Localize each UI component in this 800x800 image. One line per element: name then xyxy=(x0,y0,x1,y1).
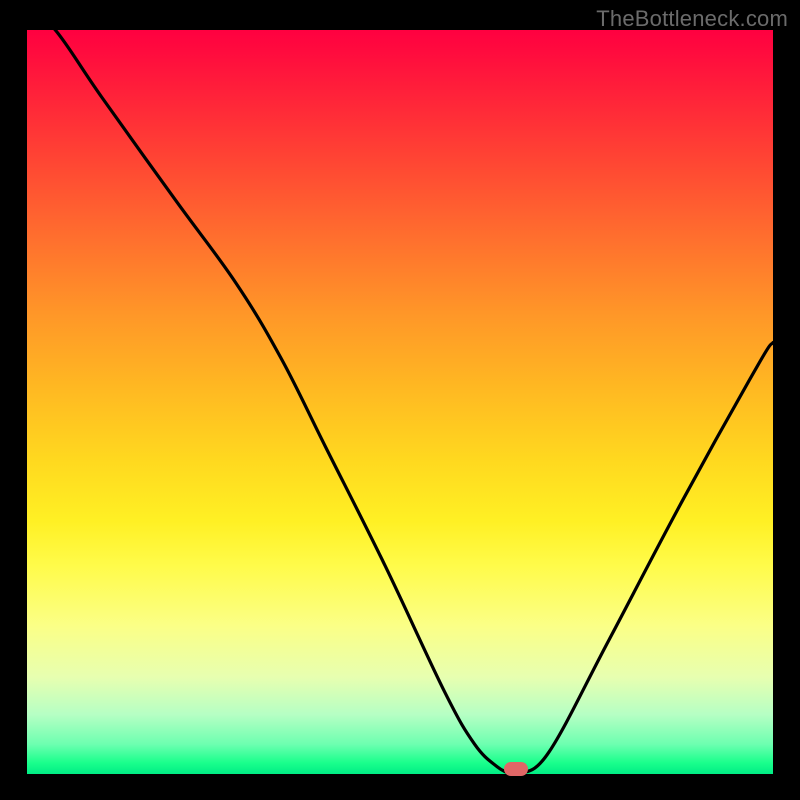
optimal-marker xyxy=(504,762,528,776)
chart-frame: TheBottleneck.com xyxy=(0,0,800,800)
watermark-text: TheBottleneck.com xyxy=(596,6,788,32)
plot-area xyxy=(27,30,773,774)
bottleneck-curve xyxy=(27,30,773,774)
